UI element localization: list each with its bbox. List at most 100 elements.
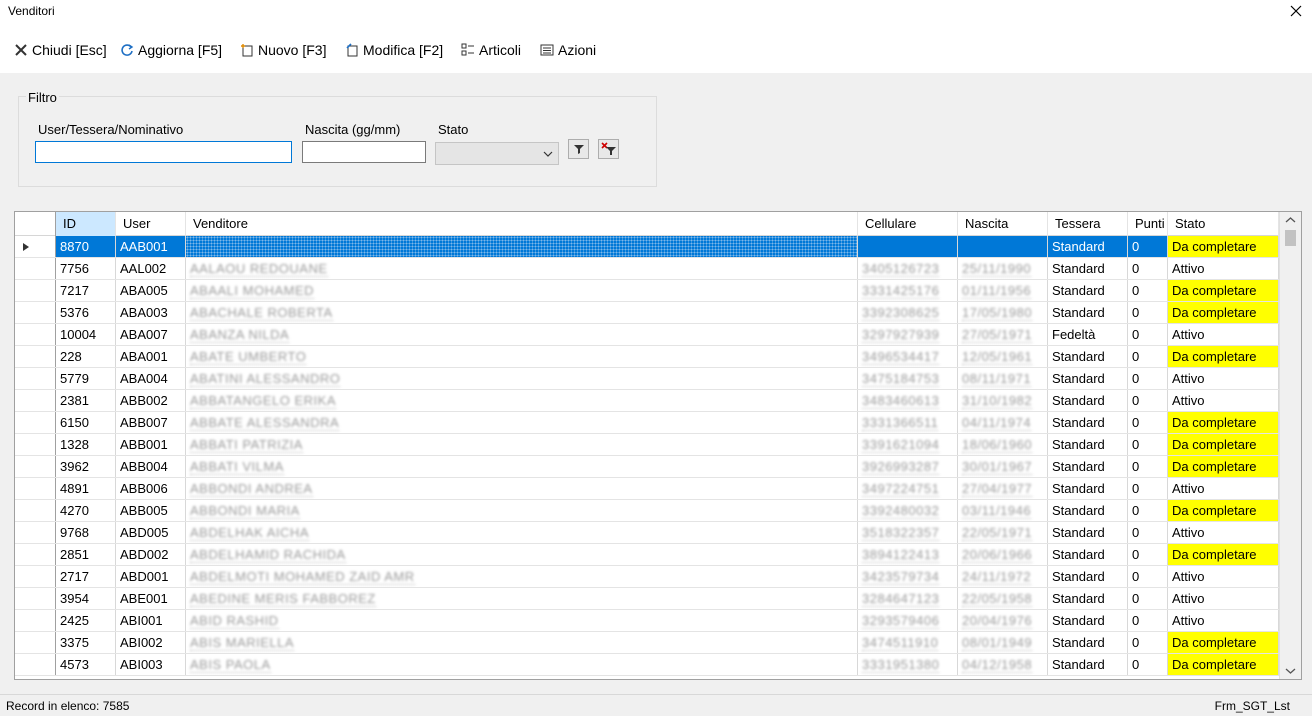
cell-birth[interactable]: 04/11/1974 — [958, 412, 1048, 433]
scrollbar-thumb[interactable] — [1285, 230, 1296, 246]
table-row[interactable]: 228 ABA001 ABATE UMBERTO 3496534417 12/05/19… — [15, 346, 1279, 368]
cell-birth[interactable]: 27/04/1977 — [958, 478, 1048, 499]
new-button[interactable]: Nuovo [F3] — [240, 41, 326, 59]
cell-points[interactable]: 0 — [1128, 632, 1168, 653]
cell-card[interactable]: Fedeltà — [1048, 324, 1128, 345]
row-header[interactable] — [15, 522, 56, 543]
table-row[interactable]: 5779 ABA004 ABATINI ALESSANDRO 3475184753 08… — [15, 368, 1279, 390]
cell-birth[interactable]: 04/12/1958 — [958, 654, 1048, 675]
cell-birth[interactable]: 25/11/1990 — [958, 258, 1048, 279]
row-header[interactable] — [15, 566, 56, 587]
cell-seller[interactable]: ABBONDI MARIA — [186, 500, 858, 521]
cell-points[interactable]: 0 — [1128, 368, 1168, 389]
cell-mobile[interactable]: 3297927939 — [858, 324, 958, 345]
table-row[interactable]: 5376 ABA003 ABACHALE ROBERTA 3392308625 17/0… — [15, 302, 1279, 324]
column-header-status[interactable]: Stato — [1168, 212, 1279, 236]
cell-user[interactable]: ABD005 — [116, 522, 186, 543]
cell-user[interactable]: ABB005 — [116, 500, 186, 521]
cell-user[interactable]: ABA001 — [116, 346, 186, 367]
row-header[interactable] — [15, 654, 56, 675]
cell-user[interactable]: ABA003 — [116, 302, 186, 323]
cell-user[interactable]: ABI003 — [116, 654, 186, 675]
cell-mobile[interactable]: 3497224751 — [858, 478, 958, 499]
column-header-id[interactable]: ID — [56, 212, 116, 236]
cell-seller[interactable]: ABIS MARIELLA — [186, 632, 858, 653]
column-header-mobile[interactable]: Cellulare — [858, 212, 958, 236]
row-header[interactable] — [15, 456, 56, 477]
cell-id[interactable]: 2717 — [56, 566, 116, 587]
cell-points[interactable]: 0 — [1128, 588, 1168, 609]
cell-mobile[interactable]: 3391621094 — [858, 434, 958, 455]
cell-points[interactable]: 0 — [1128, 654, 1168, 675]
cell-id[interactable]: 2381 — [56, 390, 116, 411]
table-row[interactable]: 7217 ABA005 ABAALI MOHAMED 3331425176 01/11/… — [15, 280, 1279, 302]
cell-status[interactable]: Attivo — [1168, 390, 1279, 411]
cell-status[interactable]: Da completare — [1168, 346, 1279, 367]
row-header[interactable] — [15, 390, 56, 411]
cell-user[interactable]: AAL002 — [116, 258, 186, 279]
cell-mobile[interactable] — [858, 236, 958, 257]
cell-seller[interactable]: ABDELHAMID RACHIDA — [186, 544, 858, 565]
table-row[interactable]: 3962 ABB004 ABBATI VILMA 3926993287 30/01/19… — [15, 456, 1279, 478]
cell-mobile[interactable]: 3496534417 — [858, 346, 958, 367]
cell-points[interactable]: 0 — [1128, 456, 1168, 477]
cell-points[interactable]: 0 — [1128, 434, 1168, 455]
cell-points[interactable]: 0 — [1128, 566, 1168, 587]
cell-birth[interactable]: 08/01/1949 — [958, 632, 1048, 653]
cell-id[interactable]: 2425 — [56, 610, 116, 631]
cell-id[interactable]: 3375 — [56, 632, 116, 653]
cell-birth[interactable]: 01/11/1956 — [958, 280, 1048, 301]
cell-status[interactable]: Attivo — [1168, 610, 1279, 631]
cell-points[interactable]: 0 — [1128, 236, 1168, 257]
cell-seller[interactable]: ABBONDI ANDREA — [186, 478, 858, 499]
cell-card[interactable]: Standard — [1048, 544, 1128, 565]
cell-seller[interactable]: ABBATI PATRIZIA — [186, 434, 858, 455]
cell-seller[interactable]: ABEDINE MERIS FABBOREZ — [186, 588, 858, 609]
cell-card[interactable]: Standard — [1048, 280, 1128, 301]
cell-id[interactable]: 5376 — [56, 302, 116, 323]
cell-user[interactable]: ABD001 — [116, 566, 186, 587]
cell-mobile[interactable]: 3392308625 — [858, 302, 958, 323]
cell-id[interactable]: 3962 — [56, 456, 116, 477]
cell-mobile[interactable]: 3894122413 — [858, 544, 958, 565]
cell-id[interactable]: 9768 — [56, 522, 116, 543]
table-row[interactable]: 3954 ABE001 ABEDINE MERIS FABBOREZ 32846471… — [15, 588, 1279, 610]
user-filter-input[interactable] — [35, 141, 292, 163]
cell-birth[interactable]: 27/05/1971 — [958, 324, 1048, 345]
cell-card[interactable]: Standard — [1048, 368, 1128, 389]
cell-user[interactable]: ABE001 — [116, 588, 186, 609]
row-header[interactable] — [15, 478, 56, 499]
cell-user[interactable]: ABB002 — [116, 390, 186, 411]
row-header[interactable] — [15, 610, 56, 631]
row-header[interactable] — [15, 500, 56, 521]
cell-id[interactable]: 7217 — [56, 280, 116, 301]
cell-seller[interactable]: ABDELMOTI MOHAMED ZAID AMR — [186, 566, 858, 587]
cell-mobile[interactable]: 3331425176 — [858, 280, 958, 301]
cell-id[interactable]: 10004 — [56, 324, 116, 345]
cell-id[interactable]: 4573 — [56, 654, 116, 675]
cell-id[interactable]: 1328 — [56, 434, 116, 455]
cell-status[interactable]: Da completare — [1168, 280, 1279, 301]
cell-seller[interactable] — [186, 236, 858, 257]
scroll-up-icon[interactable] — [1285, 216, 1296, 224]
row-header[interactable] — [15, 434, 56, 455]
cell-seller[interactable]: ABBATANGELO ERIKA — [186, 390, 858, 411]
column-header-seller[interactable]: Venditore — [186, 212, 858, 236]
cell-status[interactable]: Da completare — [1168, 236, 1279, 257]
cell-mobile[interactable]: 3423579734 — [858, 566, 958, 587]
cell-card[interactable]: Standard — [1048, 390, 1128, 411]
cell-seller[interactable]: ABATINI ALESSANDRO — [186, 368, 858, 389]
cell-points[interactable]: 0 — [1128, 258, 1168, 279]
column-header-birth[interactable]: Nascita — [958, 212, 1048, 236]
row-header[interactable] — [15, 588, 56, 609]
row-header[interactable] — [15, 302, 56, 323]
cell-mobile[interactable]: 3331366511 — [858, 412, 958, 433]
cell-birth[interactable]: 22/05/1971 — [958, 522, 1048, 543]
cell-status[interactable]: Da completare — [1168, 434, 1279, 455]
cell-seller[interactable]: ABBATE ALESSANDRA — [186, 412, 858, 433]
column-header-card[interactable]: Tessera — [1048, 212, 1128, 236]
cell-mobile[interactable]: 3405126723 — [858, 258, 958, 279]
row-header[interactable] — [15, 280, 56, 301]
cell-seller[interactable]: ABDELHAK AICHA — [186, 522, 858, 543]
cell-points[interactable]: 0 — [1128, 522, 1168, 543]
